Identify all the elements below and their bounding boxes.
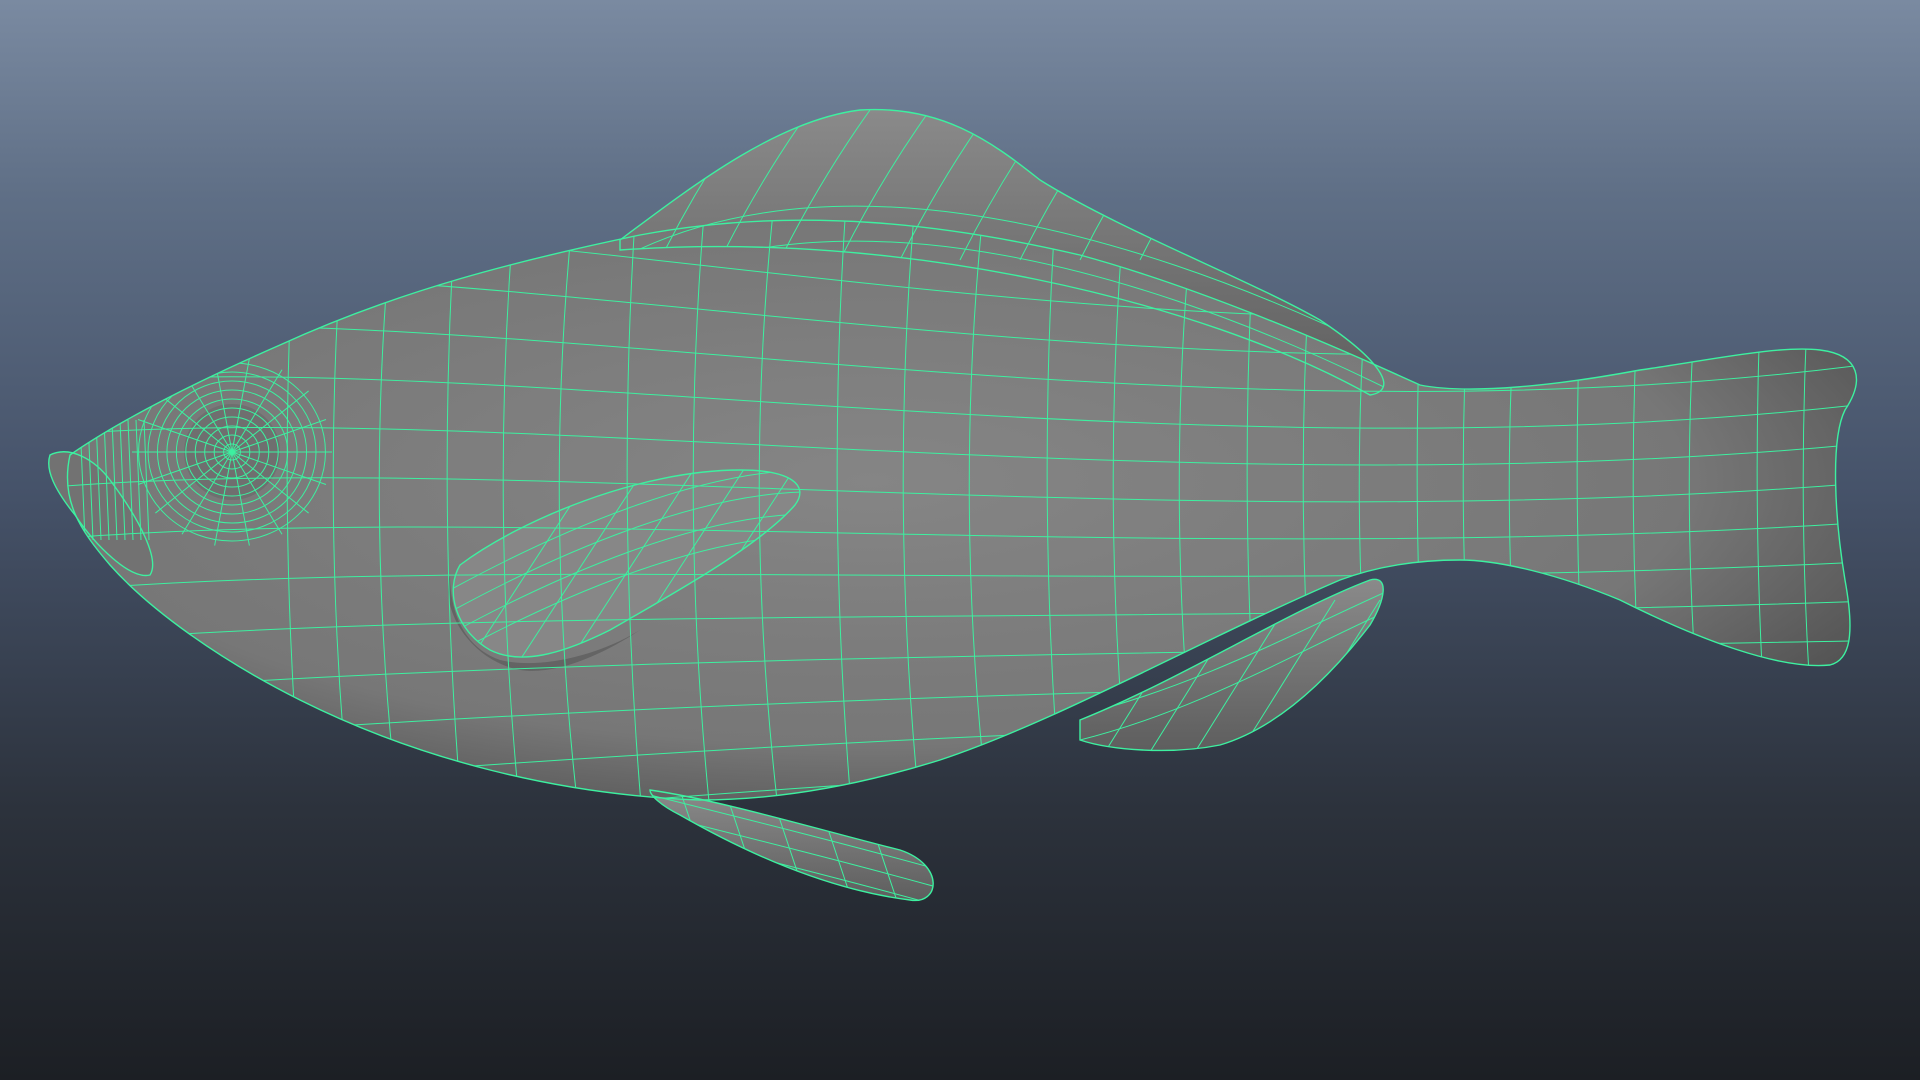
dorsal-ray-wire	[1319, 109, 1384, 261]
viewport-3d[interactable]	[0, 0, 1920, 1080]
dorsal-ray-wire	[1259, 109, 1351, 261]
pelvic-fin[interactable]	[650, 790, 934, 901]
fish-mesh[interactable]	[0, 0, 1920, 1080]
body-loop-wire	[67, 755, 1857, 800]
dorsal-ray-wire	[1139, 109, 1231, 261]
dorsal-ray-wire	[1199, 109, 1291, 261]
fish-body[interactable]	[67, 220, 1857, 800]
